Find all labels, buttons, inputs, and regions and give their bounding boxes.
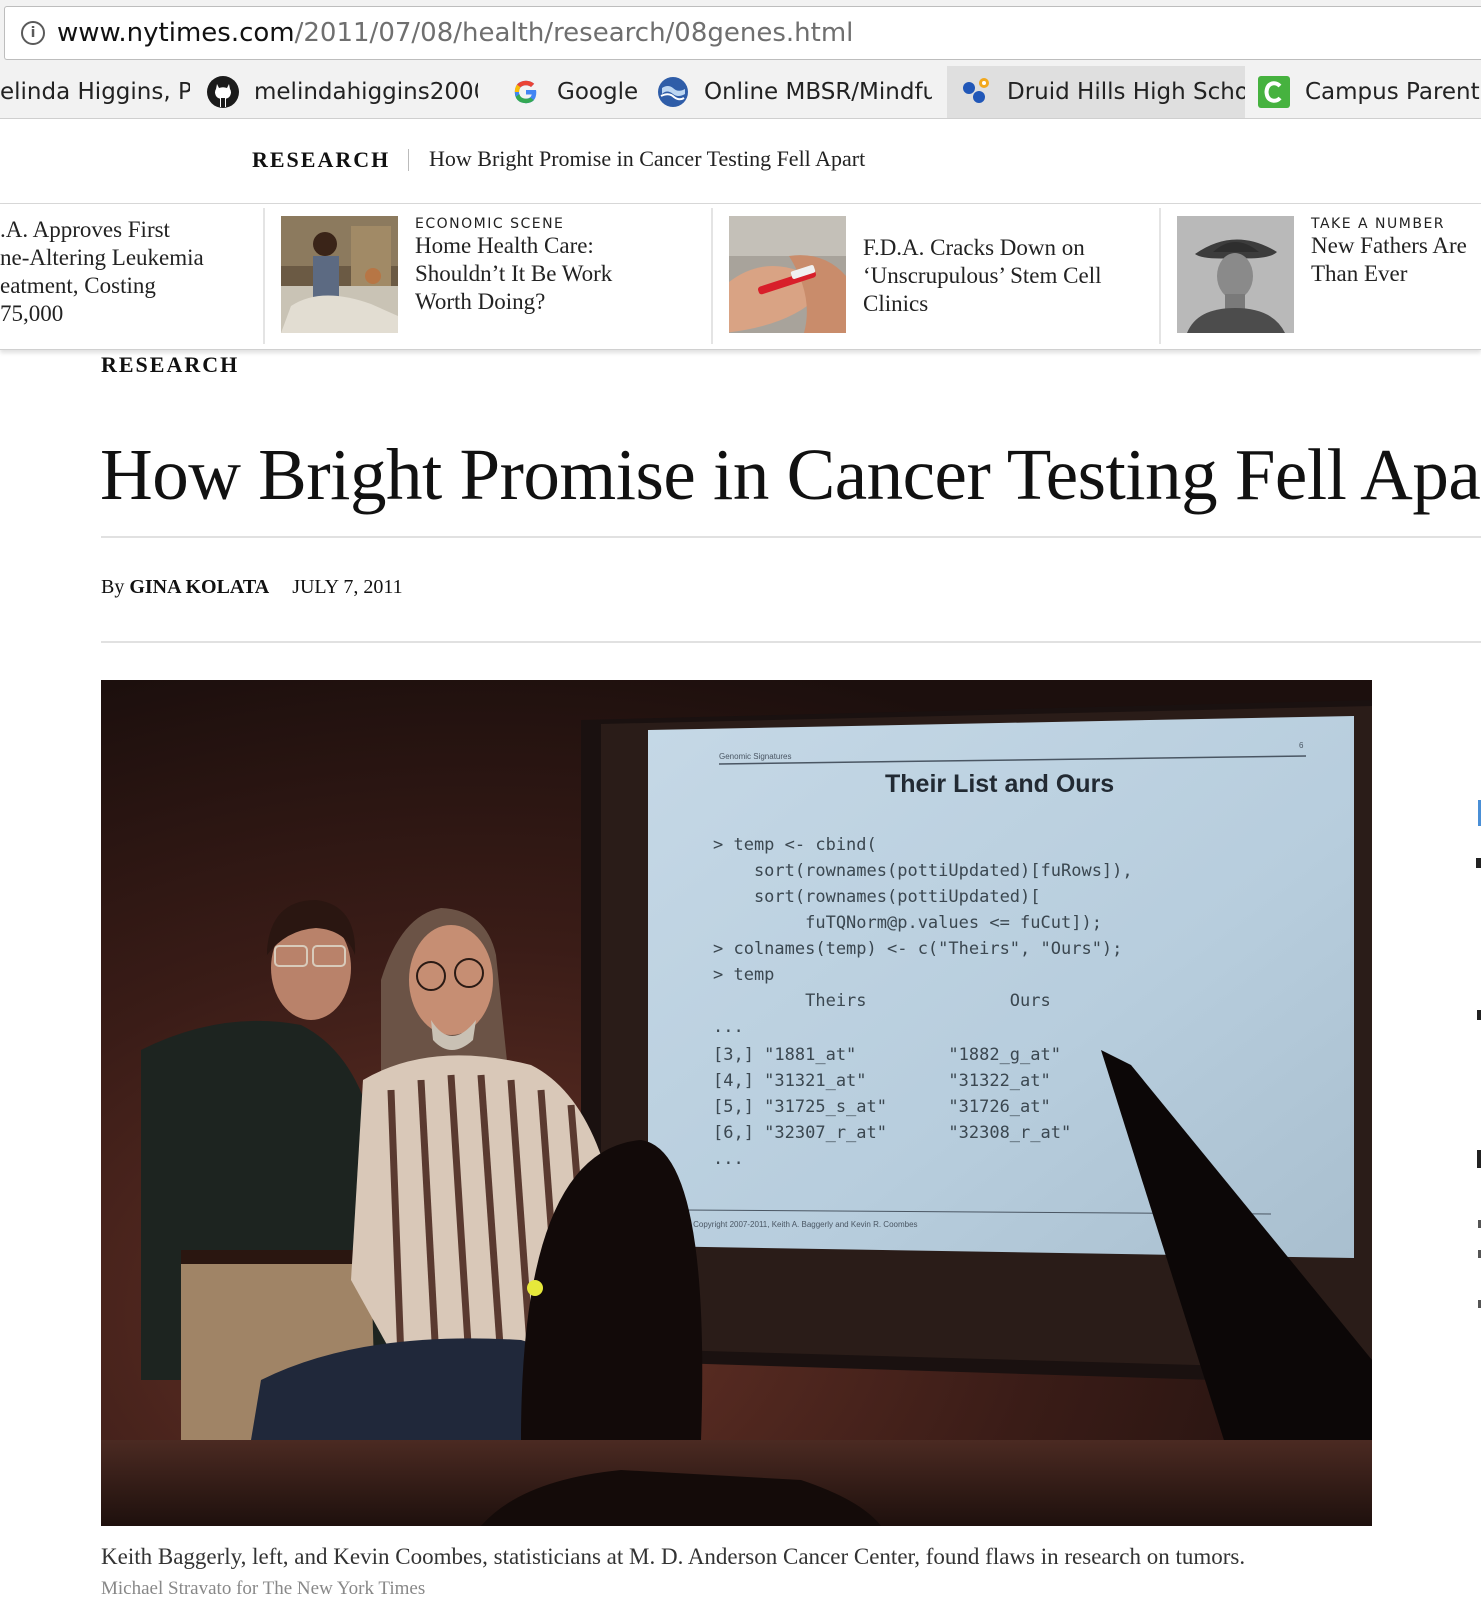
- photo-credit: Michael Stravato for The New York Times: [101, 1578, 426, 1599]
- status-light: [527, 1280, 543, 1296]
- url-domain: www.nytimes.com: [57, 18, 295, 48]
- globe-icon: [656, 75, 690, 109]
- campus-icon: [1257, 75, 1291, 109]
- related-article-title: Home Health Care: Shouldn’t It Be Work W…: [415, 233, 613, 314]
- article-thumbnail: [281, 216, 398, 333]
- slide-code-line: [5,] "31725_s_at" "31726_at": [713, 1097, 1051, 1117]
- sidebar-edge: [1474, 800, 1481, 1360]
- divider: [408, 149, 409, 171]
- bookmark-druid-hills[interactable]: Druid Hills High Scho: [947, 66, 1245, 118]
- slide-code-line: sort(rownames(pottiUpdated)[: [713, 887, 1041, 907]
- section-bar: RESEARCH How Bright Promise in Cancer Te…: [0, 119, 1481, 204]
- bookmark-online-mbsr[interactable]: Online MBSR/Mindfu: [656, 66, 932, 118]
- slide-code-line: fuTQNorm@p.values <= fuCut]);: [713, 913, 1102, 933]
- info-icon[interactable]: i: [21, 21, 45, 45]
- article-section-kicker[interactable]: RESEARCH: [101, 352, 239, 378]
- related-article-title: F.D.A. Cracks Down on ‘Unscrupulous’ Ste…: [863, 235, 1102, 316]
- google-icon: [509, 75, 543, 109]
- bookmarks-bar: elinda Higgins, Ph melindahiggins2000 ( …: [0, 66, 1481, 119]
- article-thumbnail: [1177, 216, 1294, 333]
- bookmark-github[interactable]: melindahiggins2000 (: [206, 66, 478, 118]
- address-bar[interactable]: i www.nytimes.com/2011/07/08/health/rese…: [4, 6, 1481, 60]
- publish-date: JULY 7, 2011: [292, 576, 403, 598]
- slide-code-line: [3,] "1881_at" "1882_g_at": [713, 1045, 1061, 1065]
- caption-text: Keith Baggerly, left, and Kevin Coombes,…: [101, 1544, 1246, 1569]
- divider: [101, 641, 1481, 643]
- slide-code-line: [4,] "31321_at" "31322_at": [713, 1071, 1051, 1091]
- slide-code-line: > colnames(temp) <- c("Theirs", "Ours");: [713, 939, 1122, 959]
- divider: [101, 536, 1481, 538]
- article-photo: Genomic Signatures 6 Their List and Ours…: [101, 680, 1372, 1526]
- bookmark-google[interactable]: Google: [509, 66, 643, 118]
- github-icon: [206, 75, 240, 109]
- related-article-kicker: ECONOMIC SCENE: [415, 216, 565, 232]
- related-articles-ribbon: .A. Approves First ne-Altering Leukemia …: [0, 204, 1481, 350]
- related-article-card[interactable]: ECONOMIC SCENE Home Health Care: Shouldn…: [265, 204, 711, 349]
- related-article-card[interactable]: .A. Approves First ne-Altering Leukemia …: [0, 204, 262, 349]
- related-article-title: New Fathers Are Than Ever: [1311, 233, 1467, 286]
- article-thumbnail: [729, 216, 846, 333]
- related-article-kicker: TAKE A NUMBER: [1311, 216, 1446, 232]
- related-article-card[interactable]: F.D.A. Cracks Down on ‘Unscrupulous’ Ste…: [713, 204, 1159, 349]
- slide-code-line: > temp <- cbind(: [713, 835, 877, 855]
- related-article-title: .A. Approves First ne-Altering Leukemia …: [0, 217, 204, 326]
- url-text[interactable]: www.nytimes.com/2011/07/08/health/resear…: [57, 17, 853, 49]
- bookmark-label: Druid Hills High Scho: [1007, 79, 1245, 105]
- bookmark-label: melindahiggins2000 (: [254, 79, 478, 105]
- bookmark-label: elinda Higgins, Ph: [0, 79, 190, 105]
- slide-code-line: ...: [713, 1017, 744, 1037]
- photo-caption: Keith Baggerly, left, and Kevin Coombes,…: [101, 1542, 1271, 1604]
- slide-code-line: ...: [713, 1149, 744, 1169]
- slide-header: Genomic Signatures: [719, 752, 791, 761]
- slide-code-line: sort(rownames(pottiUpdated)[fuRows]),: [713, 861, 1133, 881]
- bookmark-label: Online MBSR/Mindfu: [704, 79, 932, 105]
- slide-title: Their List and Ours: [885, 770, 1114, 798]
- article-headline: How Bright Promise in Cancer Testing Fel…: [100, 434, 1481, 515]
- byline-prefix: By: [101, 576, 125, 598]
- bookmark-melinda-higgins[interactable]: elinda Higgins, Ph: [0, 66, 190, 118]
- slide-code-line: [6,] "32307_r_at" "32308_r_at": [713, 1123, 1071, 1143]
- slide-code-line: > temp: [713, 965, 774, 985]
- browser-toolbar: i www.nytimes.com/2011/07/08/health/rese…: [0, 0, 1481, 66]
- section-label[interactable]: RESEARCH: [252, 147, 390, 173]
- bookmark-label: Campus Parent P: [1305, 79, 1481, 105]
- url-path: /2011/07/08/health/research/08genes.html: [294, 18, 854, 48]
- bookmark-campus-parent[interactable]: Campus Parent P: [1257, 66, 1481, 118]
- author-link[interactable]: GINA KOLATA: [129, 576, 269, 598]
- slide-page-number: 6: [1299, 741, 1304, 750]
- byline: By GINA KOLATA JULY 7, 2011: [101, 576, 403, 599]
- related-article-card[interactable]: TAKE A NUMBER New Fathers Are Than Ever: [1161, 204, 1481, 349]
- slide-code-line: Theirs Ours: [713, 991, 1051, 1011]
- bookmark-label: Google: [557, 79, 639, 105]
- school-icon: [959, 75, 993, 109]
- section-bar-headline: How Bright Promise in Cancer Testing Fel…: [429, 146, 866, 171]
- slide-footer: © Copyright 2007-2011, Keith A. Baggerly…: [685, 1220, 918, 1229]
